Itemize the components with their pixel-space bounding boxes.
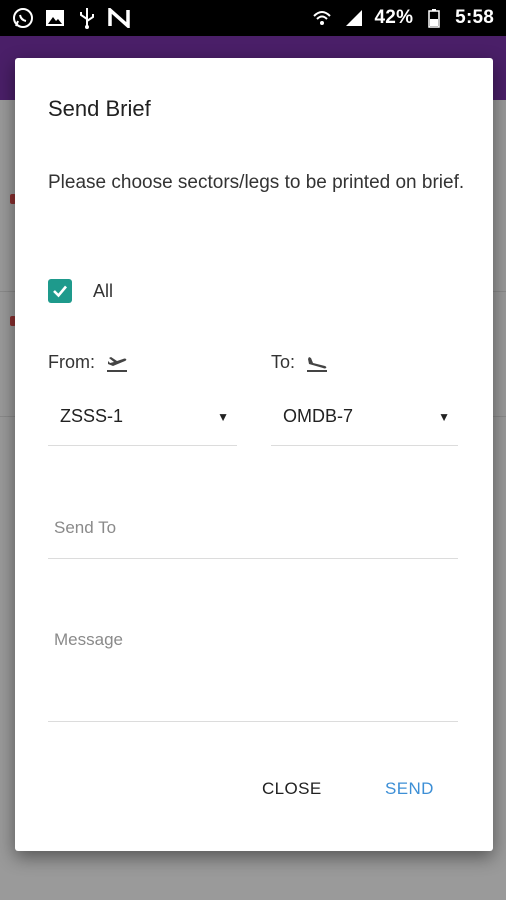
to-label: To: (271, 352, 296, 372)
all-checkbox-row[interactable]: All (48, 279, 113, 303)
battery-icon (423, 7, 445, 29)
all-checkbox[interactable] (48, 279, 72, 303)
close-button[interactable]: CLOSE (262, 779, 322, 799)
takeoff-icon (105, 353, 129, 373)
wifi-icon (311, 7, 333, 29)
n-app-icon (108, 7, 130, 29)
from-label: From: (48, 352, 95, 372)
message-placeholder: Message (54, 630, 123, 649)
image-icon (44, 7, 66, 29)
from-label-row: From: (48, 352, 129, 373)
to-label-row: To: (271, 352, 329, 373)
to-select[interactable]: OMDB-7 ▼ (271, 388, 458, 446)
send-to-field[interactable]: Send To (48, 503, 458, 559)
status-bar: 42% 5:58 (0, 0, 506, 36)
all-checkbox-label: All (93, 280, 114, 301)
from-select[interactable]: ZSSS-1 ▼ (48, 388, 237, 446)
dropdown-arrow-icon: ▼ (438, 409, 450, 424)
dropdown-arrow-icon: ▼ (217, 409, 229, 424)
dialog-title: Send Brief (48, 96, 151, 121)
usb-icon (76, 7, 98, 29)
signal-icon (343, 7, 365, 29)
to-select-value: OMDB-7 (283, 406, 354, 426)
landing-icon (305, 353, 329, 373)
check-icon (53, 285, 67, 298)
send-brief-dialog: Send Brief Please choose sectors/legs to… (15, 58, 493, 851)
send-to-placeholder: Send To (54, 518, 117, 537)
clock: 5:58 (455, 7, 494, 28)
message-field[interactable]: Message (48, 615, 458, 722)
whatsapp-icon (12, 7, 34, 29)
battery-percent: 42% (374, 7, 414, 28)
from-select-value: ZSSS-1 (60, 406, 124, 426)
send-button[interactable]: SEND (385, 779, 434, 799)
dialog-message: Please choose sectors/legs to be printed… (48, 172, 465, 193)
